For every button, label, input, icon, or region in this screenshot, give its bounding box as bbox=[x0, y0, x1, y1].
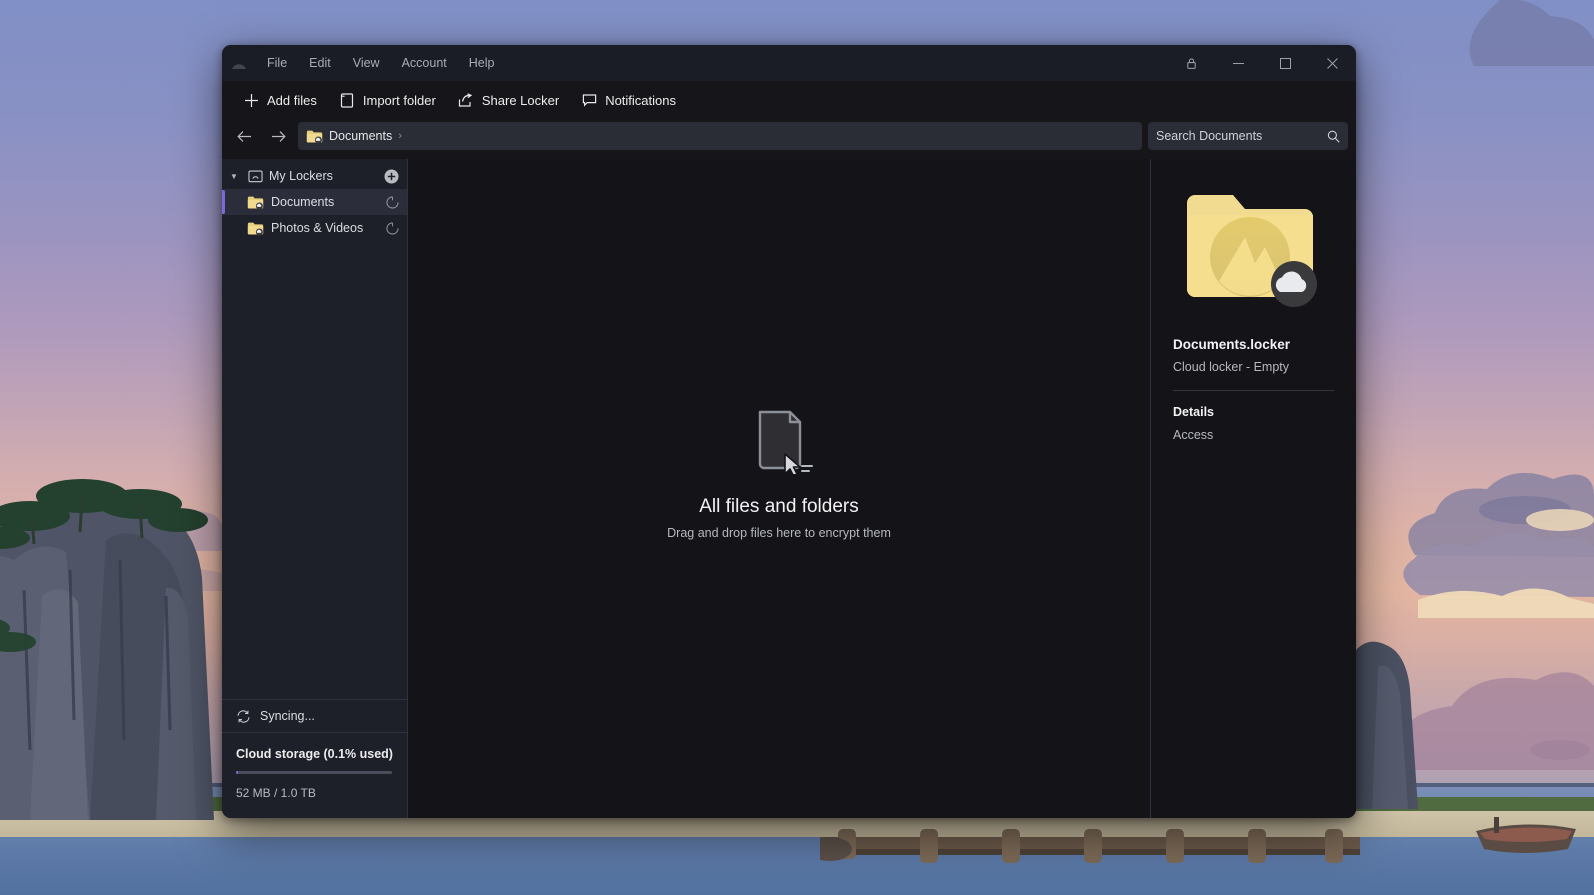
search-input[interactable]: Search Documents bbox=[1148, 122, 1348, 150]
cloud-storage-title: Cloud storage (0.1% used) bbox=[236, 747, 393, 761]
share-icon bbox=[458, 92, 474, 108]
window-body: ▼ My Lockers Documents Photos & Videos S… bbox=[222, 159, 1356, 818]
menu-item-account[interactable]: Account bbox=[391, 52, 458, 74]
sync-pending-icon bbox=[386, 221, 399, 235]
wallpaper-boat bbox=[1476, 817, 1576, 853]
empty-state: All files and folders Drag and drop file… bbox=[667, 408, 891, 540]
sidebar-item-documents-label: Documents bbox=[271, 195, 335, 209]
menu-item-view[interactable]: View bbox=[342, 52, 391, 74]
minimize-icon[interactable] bbox=[1215, 45, 1262, 81]
details-section-title: Details bbox=[1173, 405, 1214, 419]
details-pane: Documents.locker Cloud locker - Empty De… bbox=[1150, 159, 1356, 818]
address-bar-row: Documents › Search Documents bbox=[222, 119, 1356, 159]
menu-bar: File Edit View Account Help bbox=[256, 52, 505, 74]
sidebar-item-photos-videos[interactable]: Photos & Videos bbox=[222, 215, 407, 241]
breadcrumb-label: Documents bbox=[329, 129, 393, 143]
main-toolbar: Add files Import folder Share Locker Not… bbox=[222, 81, 1356, 119]
sidebar-item-my-lockers-label: My Lockers bbox=[269, 169, 333, 183]
sync-pending-icon bbox=[386, 195, 399, 209]
cloud-folder-icon bbox=[247, 195, 264, 210]
storage-progress-bar bbox=[236, 771, 392, 774]
import-folder-label: Import folder bbox=[362, 92, 436, 108]
window-title-bar: File Edit View Account Help bbox=[222, 45, 1356, 81]
details-access-label[interactable]: Access bbox=[1173, 428, 1334, 442]
add-files-button[interactable]: Add files bbox=[234, 87, 326, 113]
arrow-right-icon[interactable] bbox=[264, 122, 292, 150]
sidebar-item-documents[interactable]: Documents bbox=[222, 189, 407, 215]
arrow-left-icon[interactable] bbox=[230, 122, 258, 150]
comment-icon bbox=[581, 92, 597, 108]
locker-tree: ▼ My Lockers Documents Photos & Videos bbox=[222, 159, 407, 699]
menu-item-file[interactable]: File bbox=[256, 52, 298, 74]
chevron-down-icon[interactable]: ▼ bbox=[230, 172, 242, 181]
details-file-name: Documents.locker bbox=[1173, 337, 1291, 352]
sidebar: ▼ My Lockers Documents Photos & Videos S… bbox=[222, 159, 408, 818]
sidebar-footer: Syncing... Cloud storage (0.1% used) 52 … bbox=[222, 699, 407, 818]
file-drag-icon bbox=[667, 408, 891, 474]
notifications-label: Notifications bbox=[605, 92, 676, 108]
maximize-icon[interactable] bbox=[1262, 45, 1309, 81]
search-icon[interactable] bbox=[1327, 130, 1340, 143]
nordlocker-mountain-logo bbox=[222, 45, 256, 81]
cloud-locker-folder-icon bbox=[1173, 185, 1334, 307]
breadcrumb[interactable]: Documents › bbox=[298, 122, 1142, 150]
cloud-storage-section: Cloud storage (0.1% used) 52 MB / 1.0 TB bbox=[222, 733, 407, 818]
nordlocker-window: File Edit View Account Help Add files Im… bbox=[222, 45, 1356, 818]
plus-icon bbox=[243, 92, 259, 108]
add-files-label: Add files bbox=[267, 92, 317, 108]
sidebar-item-my-lockers[interactable]: ▼ My Lockers bbox=[222, 163, 407, 189]
share-locker-label: Share Locker bbox=[481, 92, 560, 108]
details-divider bbox=[1173, 390, 1334, 391]
file-list-area[interactable]: All files and folders Drag and drop file… bbox=[408, 159, 1150, 818]
chevron-right-icon: › bbox=[398, 130, 402, 142]
cloud-folder-icon bbox=[306, 129, 323, 144]
empty-state-subtitle: Drag and drop files here to encrypt them bbox=[667, 525, 891, 540]
sync-status-row: Syncing... bbox=[222, 699, 407, 733]
close-icon[interactable] bbox=[1309, 45, 1356, 81]
sync-status-label: Syncing... bbox=[260, 709, 315, 723]
menu-item-edit[interactable]: Edit bbox=[298, 52, 342, 74]
cloud-folder-icon bbox=[247, 221, 264, 236]
empty-state-title: All files and folders bbox=[699, 495, 859, 517]
wallpaper-right-cliff bbox=[1352, 641, 1418, 809]
menu-item-help[interactable]: Help bbox=[458, 52, 506, 74]
storage-usage-label: 52 MB / 1.0 TB bbox=[236, 786, 316, 800]
sidebar-item-photos-videos-label: Photos & Videos bbox=[271, 221, 364, 235]
sync-icon bbox=[236, 709, 251, 724]
search-input-value: Search Documents bbox=[1156, 129, 1263, 143]
wallpaper-pier bbox=[820, 829, 1360, 863]
lockers-icon bbox=[248, 169, 263, 183]
details-file-subtitle: Cloud locker - Empty bbox=[1173, 360, 1290, 374]
window-controls bbox=[1168, 45, 1356, 81]
share-locker-button[interactable]: Share Locker bbox=[449, 87, 568, 113]
notifications-button[interactable]: Notifications bbox=[572, 87, 685, 113]
lock-icon[interactable] bbox=[1168, 45, 1215, 81]
desktop-wallpaper: File Edit View Account Help Add files Im… bbox=[0, 0, 1594, 895]
import-folder-button[interactable]: Import folder bbox=[330, 87, 445, 113]
add-circle-icon[interactable] bbox=[384, 169, 399, 184]
folder-import-icon bbox=[339, 92, 355, 108]
